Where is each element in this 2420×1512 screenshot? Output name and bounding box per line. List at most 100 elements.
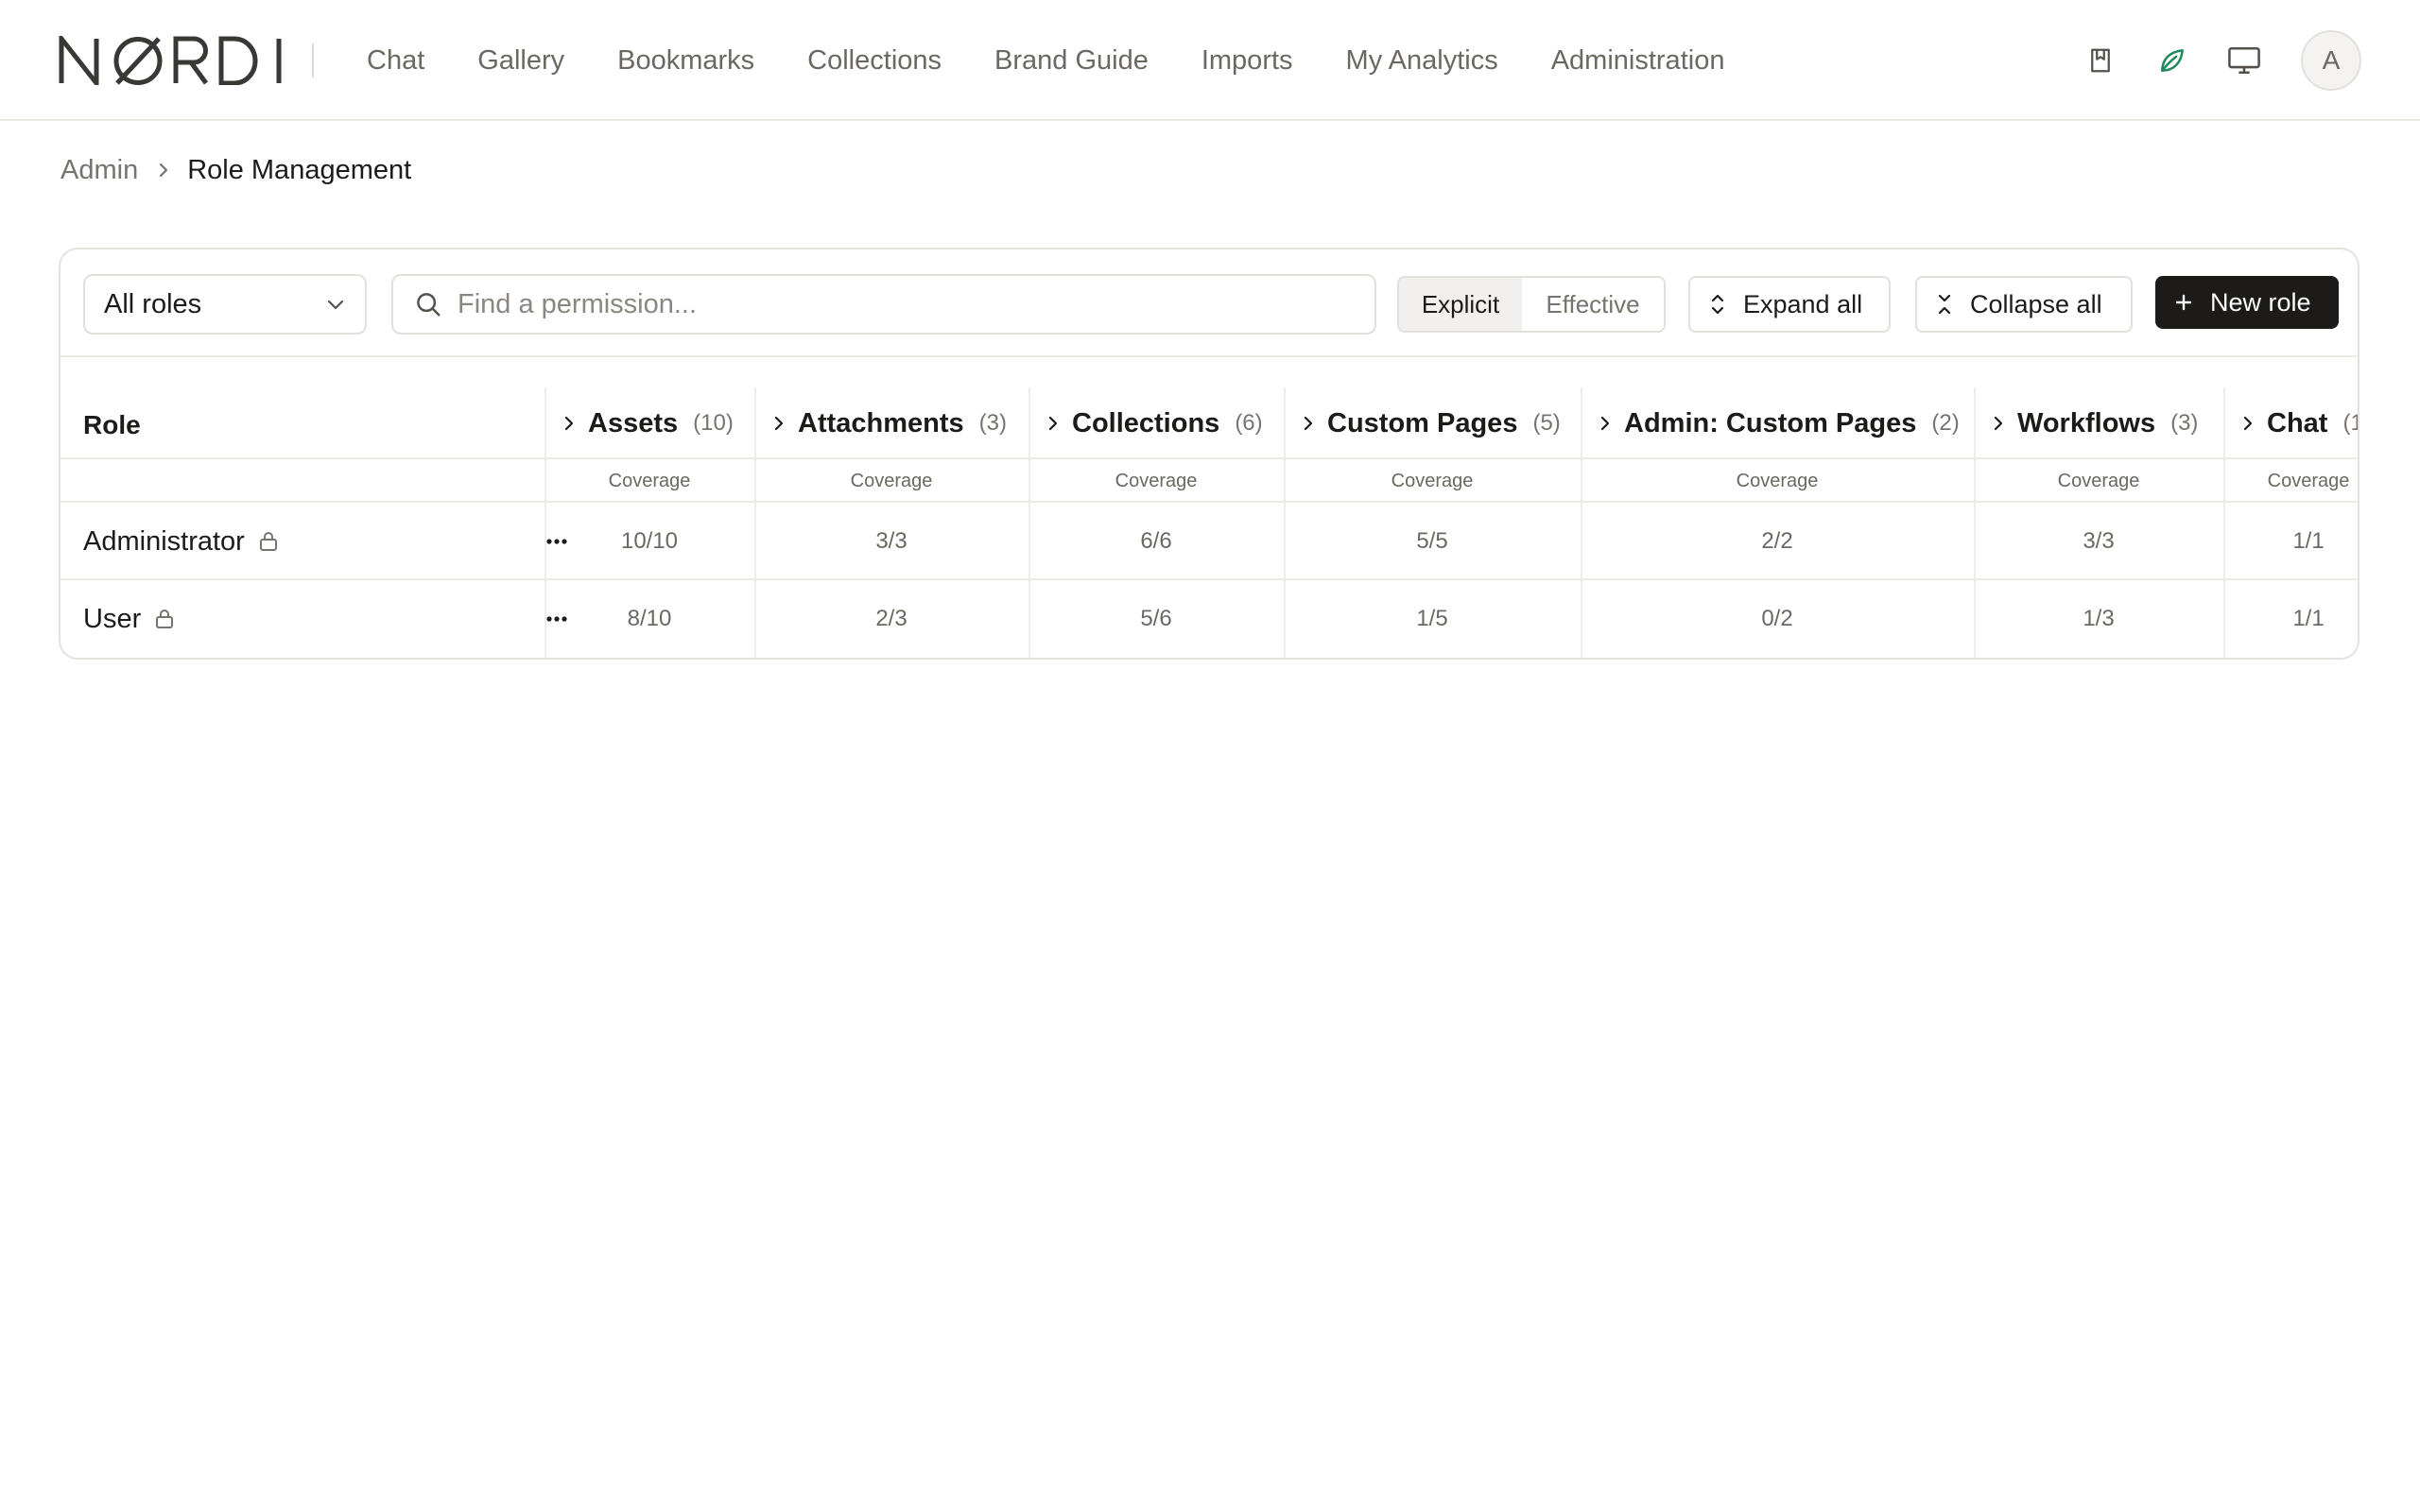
view-mode-toggle: Explicit Effective	[1397, 276, 1666, 333]
coverage-cell[interactable]: 3/3	[754, 503, 1028, 580]
column-header-attachments[interactable]: Attachments (3)	[754, 387, 1007, 459]
column-header-count: (3)	[978, 410, 1007, 436]
nav-item-gallery[interactable]: Gallery	[477, 45, 564, 77]
permissions-toolbar: All roles Explicit Effective Expand all	[60, 249, 2358, 357]
coverage-cell[interactable]: 0/2	[1581, 580, 1974, 658]
coverage-cell[interactable]: 10/10	[544, 503, 754, 580]
coverage-subheader: Coverage	[2057, 470, 2140, 491]
chevron-right-icon	[1047, 415, 1059, 432]
column-divider	[1028, 387, 1030, 658]
bookmark-book-icon[interactable]	[2078, 38, 2123, 83]
role-filter-select[interactable]: All roles	[83, 274, 367, 335]
coverage-cell[interactable]: 1/1	[2223, 580, 2358, 658]
column-header-custom-pages[interactable]: Custom Pages (5)	[1284, 387, 1561, 459]
coverage-subheader: Coverage	[1391, 470, 1474, 491]
column-header-name: Admin: Custom Pages	[1624, 407, 1917, 438]
coverage-cell[interactable]: 2/3	[754, 580, 1028, 658]
breadcrumb: Admin Role Management	[60, 151, 411, 189]
column-header-count: (6)	[1235, 410, 1263, 436]
leaf-icon[interactable]	[2150, 38, 2195, 83]
view-mode-explicit-button[interactable]: Explicit	[1399, 278, 1522, 331]
column-header-name: Collections	[1072, 407, 1220, 438]
coverage-cell[interactable]: 6/6	[1028, 503, 1284, 580]
new-role-label: New role	[2210, 287, 2311, 317]
main-nav: Chat Gallery Bookmarks Collections Brand…	[367, 0, 1777, 121]
expand-vertical-icon	[1709, 293, 1726, 316]
nav-item-collections[interactable]: Collections	[807, 45, 942, 77]
coverage-cell[interactable]: 5/6	[1028, 580, 1284, 658]
column-header-name: Attachments	[798, 407, 964, 438]
page-title: Role Management	[187, 154, 412, 185]
chevron-right-icon	[1599, 415, 1611, 432]
view-mode-effective-button[interactable]: Effective	[1522, 278, 1664, 331]
coverage-cell[interactable]: 8/10	[544, 580, 754, 658]
column-header-name: Chat	[2267, 407, 2328, 438]
column-header-assets[interactable]: Assets (10)	[544, 387, 734, 459]
nav-item-administration[interactable]: Administration	[1551, 45, 1725, 77]
plus-icon	[2174, 293, 2193, 312]
chevron-right-icon	[1993, 415, 2004, 432]
nav-item-imports[interactable]: Imports	[1201, 45, 1293, 77]
coverage-subheader: Coverage	[608, 470, 691, 491]
column-divider	[544, 387, 546, 658]
expand-all-button[interactable]: Expand all	[1688, 276, 1891, 333]
nav-item-my-analytics[interactable]: My Analytics	[1346, 45, 1498, 77]
role-name: User	[83, 603, 142, 634]
collapse-all-label: Collapse all	[1970, 289, 2102, 318]
collapse-all-button[interactable]: Collapse all	[1915, 276, 2133, 333]
role-column-header: Role	[83, 410, 141, 439]
chevron-down-icon	[325, 298, 346, 311]
coverage-subheader: Coverage	[1736, 470, 1819, 491]
search-input[interactable]	[458, 288, 1365, 320]
coverage-cell[interactable]: 1/3	[1974, 580, 2223, 658]
column-divider	[1581, 387, 1582, 658]
lock-icon	[258, 530, 279, 553]
column-header-collections[interactable]: Collections (6)	[1028, 387, 1263, 459]
expand-all-label: Expand all	[1743, 289, 1863, 318]
column-header-count: (5)	[1532, 410, 1561, 436]
coverage-cell[interactable]: 1/1	[2223, 503, 2358, 580]
coverage-subheader: Coverage	[1115, 470, 1198, 491]
role-name-cell[interactable]: User	[83, 580, 175, 658]
chevron-right-icon	[773, 415, 785, 432]
header-actions: A	[2051, 0, 2361, 121]
nav-item-chat[interactable]: Chat	[367, 45, 424, 77]
role-name: Administrator	[83, 525, 245, 557]
column-header-workflows[interactable]: Workflows (3)	[1974, 387, 2198, 459]
coverage-cell[interactable]: 3/3	[1974, 503, 2223, 580]
coverage-cell[interactable]: 1/5	[1284, 580, 1581, 658]
grid-subheader-row: Coverage Coverage Coverage Coverage Cove…	[60, 459, 2358, 503]
column-header-name: Assets	[588, 407, 679, 438]
logo-divider	[312, 43, 314, 77]
chevron-right-icon	[1303, 415, 1314, 432]
column-header-admin-custom-pages[interactable]: Admin: Custom Pages (2)	[1581, 387, 1960, 459]
nordi-logo[interactable]	[59, 36, 284, 85]
nav-item-bookmarks[interactable]: Bookmarks	[617, 45, 754, 77]
grid-header-row: Role Assets (10) Attachments (3) Collect…	[60, 357, 2358, 459]
chevron-right-icon	[2242, 415, 2254, 432]
column-header-count: (2)	[1931, 410, 1960, 436]
nav-item-brand-guide[interactable]: Brand Guide	[994, 45, 1149, 77]
column-header-count: (1)	[2342, 410, 2358, 436]
table-row: Administrator 10/10 3/3 6/6 5/5 2/2 3/3 …	[60, 503, 2358, 580]
chevron-right-icon	[157, 161, 170, 180]
role-permissions-card: All roles Explicit Effective Expand all	[59, 248, 2360, 660]
coverage-subheader: Coverage	[850, 470, 933, 491]
column-header-count: (3)	[2170, 410, 2199, 436]
column-divider	[1284, 387, 1286, 658]
column-header-name: Custom Pages	[1327, 407, 1518, 438]
new-role-button[interactable]: New role	[2155, 276, 2339, 329]
column-header-chat[interactable]: Chat (1)	[2223, 387, 2358, 459]
breadcrumb-admin-link[interactable]: Admin	[60, 155, 138, 186]
monitor-icon[interactable]	[2221, 38, 2267, 83]
permissions-grid: Role Assets (10) Attachments (3) Collect…	[60, 357, 2358, 658]
role-name-cell[interactable]: Administrator	[83, 503, 279, 580]
column-divider	[1974, 387, 1976, 658]
table-row: User 8/10 2/3 5/6 1/5 0/2 1/3 1/1	[60, 580, 2358, 658]
lock-icon	[154, 608, 175, 630]
user-avatar[interactable]: A	[2301, 30, 2361, 91]
search-icon	[414, 290, 442, 318]
coverage-cell[interactable]: 2/2	[1581, 503, 1974, 580]
column-header-count: (10)	[693, 410, 734, 436]
coverage-cell[interactable]: 5/5	[1284, 503, 1581, 580]
